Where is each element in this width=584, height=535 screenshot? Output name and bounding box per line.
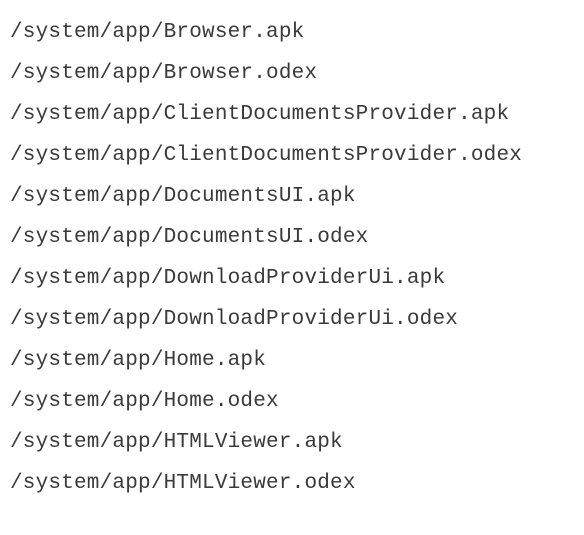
- file-path: /system/app/HTMLViewer.odex: [10, 463, 574, 504]
- file-path: /system/app/DownloadProviderUi.apk: [10, 258, 574, 299]
- file-path: /system/app/ClientDocumentsProvider.apk: [10, 94, 574, 135]
- file-path: /system/app/Home.odex: [10, 381, 574, 422]
- file-path: /system/app/DownloadProviderUi.odex: [10, 299, 574, 340]
- file-path: /system/app/ClientDocumentsProvider.odex: [10, 135, 574, 176]
- file-path: /system/app/DocumentsUI.apk: [10, 176, 574, 217]
- file-path: /system/app/DocumentsUI.odex: [10, 217, 574, 258]
- file-path: /system/app/Home.apk: [10, 340, 574, 381]
- file-path: /system/app/Browser.apk: [10, 12, 574, 53]
- file-path: /system/app/HTMLViewer.apk: [10, 422, 574, 463]
- file-path-list: /system/app/Browser.apk /system/app/Brow…: [10, 12, 574, 504]
- file-path: /system/app/Browser.odex: [10, 53, 574, 94]
